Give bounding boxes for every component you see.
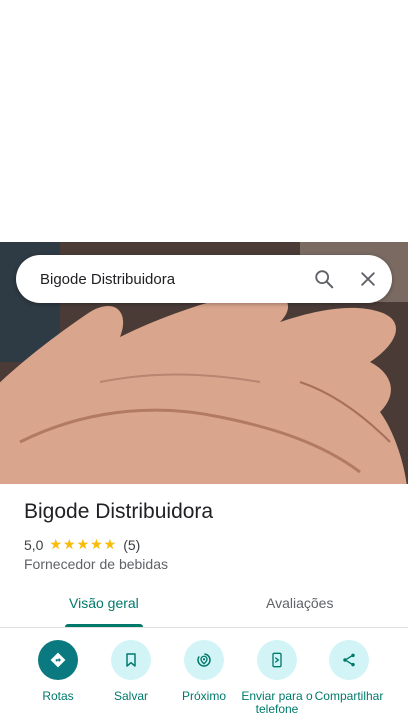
place-title: Bigode Distribuidora bbox=[24, 500, 214, 523]
tab-overview[interactable]: Visão geral bbox=[69, 595, 139, 611]
tab-reviews[interactable]: Avaliações bbox=[266, 595, 333, 611]
send-to-phone-button[interactable]: Enviar para o telefone bbox=[239, 640, 315, 716]
directions-button[interactable]: Rotas bbox=[20, 640, 96, 703]
close-icon[interactable] bbox=[348, 259, 388, 299]
nearby-button[interactable]: Próximo bbox=[166, 640, 242, 703]
active-tab-indicator bbox=[65, 624, 143, 627]
save-button[interactable]: Salvar bbox=[93, 640, 169, 703]
save-label: Salvar bbox=[113, 689, 148, 703]
send-to-phone-label: Enviar para o telefone bbox=[241, 689, 313, 716]
stars-filled: ★★★★★ bbox=[49, 536, 118, 552]
send-to-phone-icon[interactable] bbox=[257, 640, 297, 680]
rating-value: 5,0 bbox=[24, 536, 44, 553]
action-row: Rotas Salvar Próximo Enviar para o telef… bbox=[0, 640, 408, 726]
nearby-icon[interactable] bbox=[184, 640, 224, 680]
nearby-label: Próximo bbox=[181, 689, 226, 703]
search-query[interactable]: Bigode Distribuidora bbox=[40, 271, 304, 288]
rating-row[interactable]: 5,0 ★★★★★ ★★★★★ (5) bbox=[24, 536, 140, 553]
bookmark-icon[interactable] bbox=[111, 640, 151, 680]
share-label: Compartilhar bbox=[314, 689, 384, 703]
directions-label: Rotas bbox=[42, 689, 74, 703]
tab-bar: Visão geral Avaliações bbox=[0, 585, 408, 628]
directions-icon[interactable] bbox=[38, 640, 78, 680]
search-icon[interactable] bbox=[304, 259, 344, 299]
share-icon[interactable] bbox=[329, 640, 369, 680]
place-category: Fornecedor de bebidas bbox=[24, 556, 168, 572]
review-count: (5) bbox=[123, 536, 141, 553]
star-rating: ★★★★★ ★★★★★ bbox=[49, 536, 117, 553]
search-bar[interactable]: Bigode Distribuidora bbox=[16, 255, 392, 303]
share-button[interactable]: Compartilhar bbox=[311, 640, 387, 703]
